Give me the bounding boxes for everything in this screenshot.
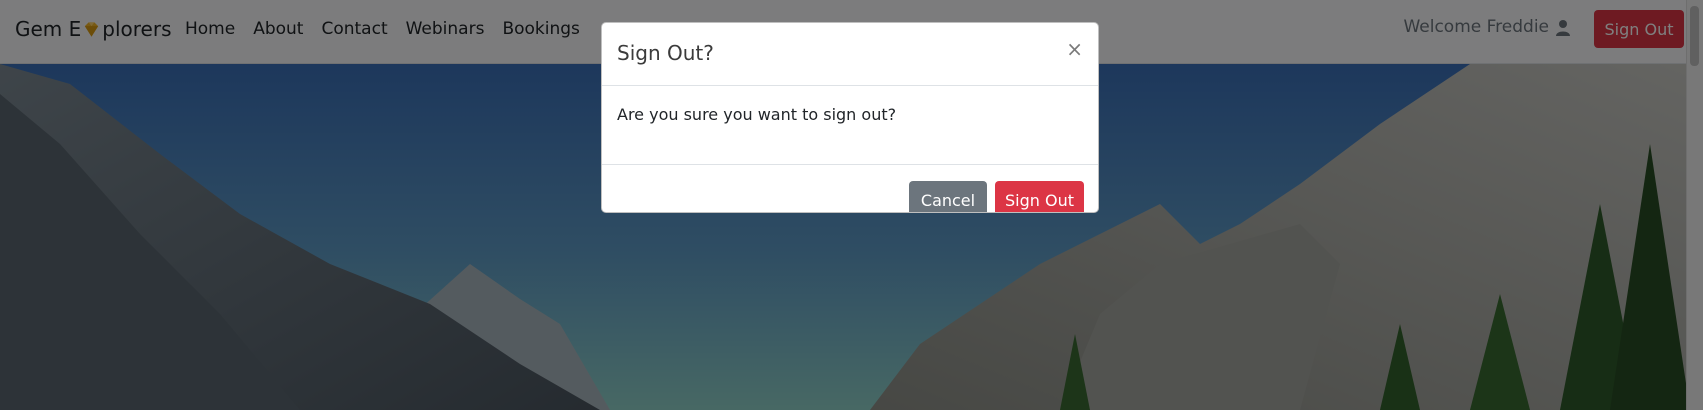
modal-body: Are you sure you want to sign out? [602, 86, 1098, 165]
close-icon[interactable]: × [1066, 39, 1083, 59]
modal-title: Sign Out? [617, 41, 714, 65]
page: Gem E plorers Home About Contact Webinar… [0, 0, 1703, 410]
modal-footer: Cancel Sign Out [602, 165, 1098, 212]
cancel-button[interactable]: Cancel [909, 181, 987, 212]
confirm-signout-button[interactable]: Sign Out [995, 181, 1084, 212]
signout-modal: Sign Out? × Are you sure you want to sig… [601, 22, 1099, 213]
modal-message: Are you sure you want to sign out? [617, 105, 897, 124]
modal-header: Sign Out? × [602, 23, 1098, 86]
